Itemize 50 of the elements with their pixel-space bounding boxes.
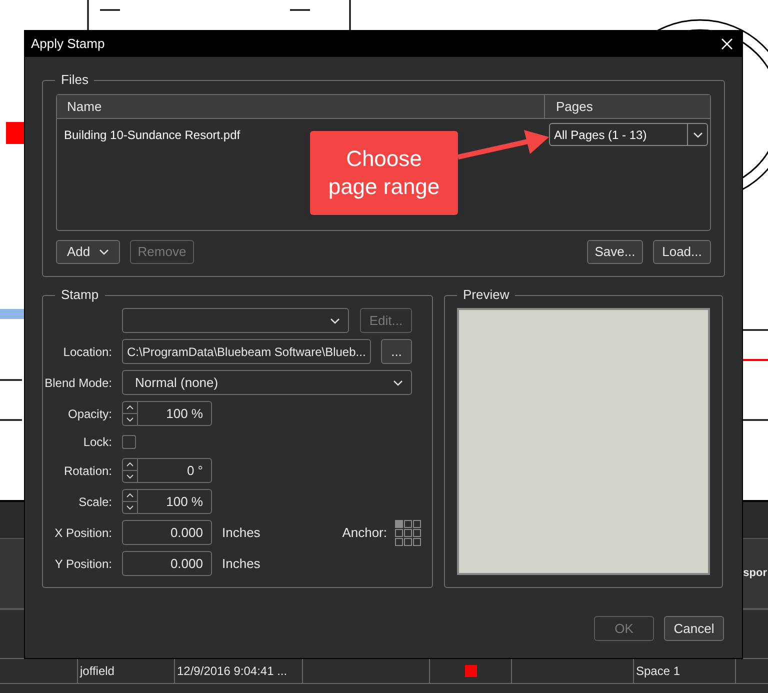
anchor-cell[interactable] — [413, 520, 421, 528]
column-header: spor — [743, 566, 768, 582]
file-name: Building 10-Sundance Resort.pdf — [63, 126, 242, 144]
number-field[interactable]: 0.000 — [122, 551, 212, 576]
dialog-button[interactable]: Load... — [653, 240, 711, 264]
spinner-field[interactable]: 100 % — [122, 401, 212, 426]
dialog-button[interactable]: Cancel — [664, 616, 724, 641]
window-title: Apply Stamp — [31, 35, 105, 54]
chevron-down-icon — [330, 318, 340, 324]
anchor-cell[interactable] — [404, 538, 412, 546]
dialog-button[interactable]: ... — [381, 339, 412, 364]
field-label: Opacity: — [68, 406, 112, 422]
unit-label: Inches — [222, 554, 260, 573]
anchor-cell[interactable] — [404, 528, 412, 536]
field-label: Y Position: — [54, 556, 112, 572]
dialog-button[interactable]: Save... — [587, 240, 643, 264]
anchor-cell[interactable] — [395, 520, 403, 528]
group-legend: Stamp — [55, 287, 105, 303]
column-header: Name — [57, 95, 545, 118]
field-label: Location: — [63, 344, 112, 360]
callout-box: Choose page range — [310, 131, 458, 215]
chevron-down-icon — [99, 249, 109, 255]
anchor-cell[interactable] — [395, 528, 403, 536]
field-label: X Position: — [54, 524, 112, 542]
anchor-cell[interactable] — [413, 538, 421, 546]
path-field[interactable]: C:\ProgramData\Bluebeam Software\Blueb... — [122, 339, 371, 364]
lock-checkbox[interactable] — [122, 435, 136, 449]
anchor-cell[interactable] — [404, 520, 412, 528]
dropdown[interactable] — [122, 308, 349, 333]
field-label: Rotation: — [64, 462, 112, 480]
column-header: Pages — [555, 98, 594, 116]
spinner-field[interactable]: 0 ° — [122, 458, 212, 483]
number-field[interactable]: 0.000 — [122, 520, 212, 545]
chevron-down-icon — [692, 132, 702, 138]
anchor-cell[interactable] — [395, 538, 403, 546]
close-icon[interactable] — [721, 38, 733, 50]
anchor-cell[interactable] — [413, 528, 421, 536]
field-label: Lock: — [83, 434, 112, 451]
anchor-label: Anchor: — [342, 524, 387, 542]
pages-dropdown[interactable]: All Pages (1 - 13) — [549, 123, 708, 146]
table-cell-text: Space 1 — [636, 663, 680, 680]
add-button[interactable]: Add — [56, 240, 120, 264]
dropdown[interactable]: Normal (none) — [122, 370, 412, 395]
table-cell-text: 12/9/2016 9:04:41 ... — [177, 663, 288, 680]
table-cell-text: joffield — [80, 663, 114, 680]
chevron-down-icon — [393, 380, 403, 386]
spinner-field[interactable]: 100 % — [122, 489, 212, 514]
field-label: Scale: — [78, 494, 112, 510]
field-label: Blend Mode: — [44, 374, 112, 392]
unit-label: Inches — [222, 524, 260, 542]
